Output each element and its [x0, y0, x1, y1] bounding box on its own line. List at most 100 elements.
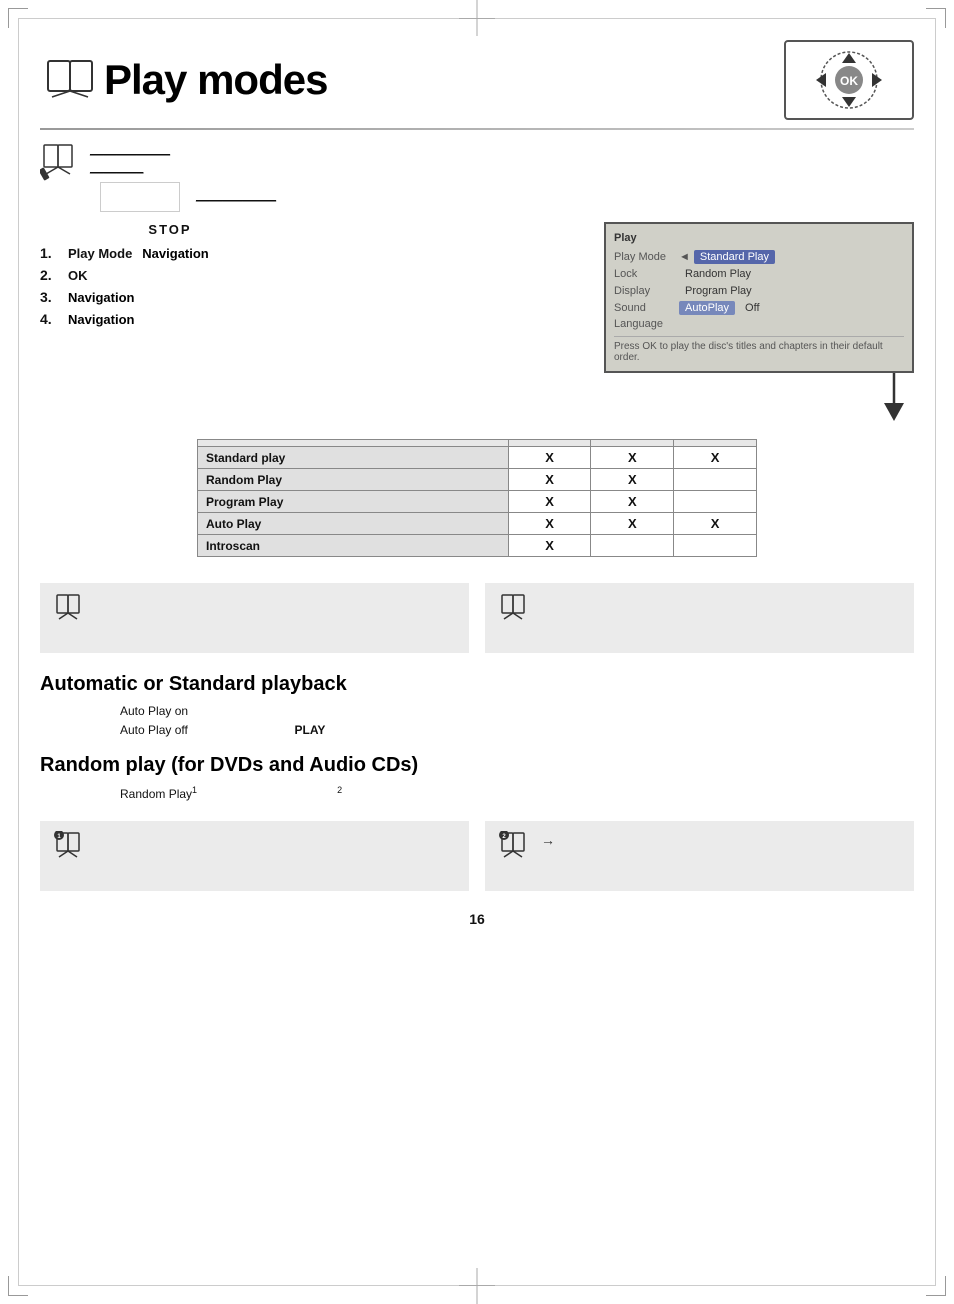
menu-options-playmode: ◄ Standard Play: [679, 250, 775, 264]
menu-row-lock: Lock Random Play: [614, 267, 904, 281]
row-standard-col1: X: [508, 447, 591, 469]
note-book-icon-1: [54, 593, 86, 625]
menu-row-display: Display Program Play: [614, 284, 904, 298]
menu-label-display: Display: [614, 285, 679, 297]
middle-section: STOP 1. Play Mode Navigation 2. OK 3. Na…: [40, 222, 914, 423]
capability-table-wrapper: Standard play X X X Random Play X X Prog…: [40, 439, 914, 569]
menu-option-random: Random Play: [679, 267, 757, 281]
step-row-1: 1. Play Mode Navigation: [40, 245, 300, 261]
ok-nav-icon: OK: [794, 45, 904, 115]
menu-screenshot: Play Play Mode ◄ Standard Play Lock Rand…: [604, 222, 914, 373]
section1-heading: Automatic or Standard playback: [40, 673, 914, 696]
section2-random-text: Random Play: [120, 787, 192, 801]
step-action-3: Navigation: [68, 290, 134, 305]
intro-line-2: ________: [90, 160, 914, 174]
menu-option-standard: Standard Play: [694, 250, 775, 264]
row-random-col2: X: [591, 469, 674, 491]
menu-label-playmode: Play Mode: [614, 251, 679, 263]
section1-sub: Auto Play on Auto Play off PLAY: [120, 702, 914, 740]
table-header-row: [198, 440, 757, 447]
intro-text-block: ____________ ________ ____________: [90, 142, 914, 212]
main-content: Play modes OK: [40, 40, 914, 1264]
intro-line-1: ____________: [90, 142, 914, 156]
page-number: 16: [40, 911, 914, 927]
capability-table: Standard play X X X Random Play X X Prog…: [197, 439, 757, 557]
table-row-autoplay: Auto Play X X X: [198, 513, 757, 535]
step-label-2: OK: [68, 268, 88, 283]
step-label-1: Play Mode: [68, 246, 132, 261]
row-autoplay-col1: X: [508, 513, 591, 535]
menu-label-sound: Sound: [614, 302, 679, 314]
row-label-program: Program Play: [198, 491, 509, 513]
row-random-col3: [674, 469, 757, 491]
note-book-icon-2: [499, 593, 531, 625]
menu-option-autoplay: AutoPlay: [679, 301, 735, 315]
section1-line2-text: Auto Play off: [120, 723, 188, 737]
table-row-introscan: Introscan X: [198, 535, 757, 557]
menu-row-playmode: Play Mode ◄ Standard Play: [614, 250, 904, 264]
note-box-bottom-1: 1: [40, 821, 469, 891]
step-action-4: Navigation: [68, 312, 134, 327]
step-row-2: 2. OK: [40, 267, 300, 283]
corner-mark-bl: [8, 1276, 28, 1296]
row-program-col3: [674, 491, 757, 513]
row-label-standard: Standard play: [198, 447, 509, 469]
step-row-4: 4. Navigation: [40, 311, 300, 327]
note-text-bottom-2: →: [541, 831, 555, 851]
arrow-right-icon: →: [541, 832, 555, 848]
table-row-standard: Standard play X X X: [198, 447, 757, 469]
step-num-2: 2.: [40, 267, 68, 283]
col-header-empty: [198, 440, 509, 447]
intro-link-2: ________: [90, 160, 143, 174]
menu-option-program: Program Play: [679, 284, 758, 298]
stop-label: STOP: [40, 222, 300, 237]
step-num-1: 1.: [40, 245, 68, 261]
intro-book-icon: [40, 142, 80, 182]
menu-options-display: Program Play: [679, 284, 758, 298]
row-introscan-col3: [674, 535, 757, 557]
row-standard-col2: X: [591, 447, 674, 469]
step-num-3: 3.: [40, 289, 68, 305]
menu-row-language: Language: [614, 318, 904, 330]
row-autoplay-col3: X: [674, 513, 757, 535]
notes-row-bottom: 1 2 →: [40, 821, 914, 891]
row-autoplay-col2: X: [591, 513, 674, 535]
down-arrow-icon: [874, 373, 914, 423]
row-program-col2: X: [591, 491, 674, 513]
menu-options-lock: Random Play: [679, 267, 757, 281]
row-random-col1: X: [508, 469, 591, 491]
intro-link-3: ____________: [196, 188, 276, 202]
col-header-1: [508, 440, 591, 447]
note-box-1: [40, 583, 469, 653]
row-label-random: Random Play: [198, 469, 509, 491]
menu-title-bar: Play: [614, 232, 904, 244]
title-divider: [40, 128, 914, 130]
col-header-3: [674, 440, 757, 447]
note-book-icon-bottom-1: 1: [54, 831, 86, 863]
row-introscan-col1: X: [508, 535, 591, 557]
menu-row-sound: Sound AutoPlay Off: [614, 301, 904, 315]
book-icon-large: [40, 55, 100, 105]
page-title: Play modes: [104, 56, 327, 104]
section1-line-2: Auto Play off PLAY: [120, 721, 914, 740]
crosshair-bottom-v: [477, 1268, 478, 1304]
note-box-bottom-2: 2 →: [485, 821, 914, 891]
corner-mark-tr: [926, 8, 946, 28]
crosshair-bottom-h: [459, 1285, 495, 1286]
step-row-3: 3. Navigation: [40, 289, 300, 305]
table-row-program: Program Play X X: [198, 491, 757, 513]
corner-mark-br: [926, 1276, 946, 1296]
menu-label-language: Language: [614, 318, 679, 330]
intro-box: [100, 182, 180, 212]
steps-block: 1. Play Mode Navigation 2. OK 3. Navigat…: [40, 245, 300, 327]
menu-option-off: Off: [739, 301, 765, 315]
ok-button-icon-box: OK: [784, 40, 914, 120]
intro-link-1: ____________: [90, 142, 170, 156]
row-label-introscan: Introscan: [198, 535, 509, 557]
title-with-icon: Play modes: [40, 55, 327, 105]
step-num-4: 4.: [40, 311, 68, 327]
table-row-random: Random Play X X: [198, 469, 757, 491]
step-action-1: Navigation: [142, 246, 208, 261]
middle-right: Play Play Mode ◄ Standard Play Lock Rand…: [320, 222, 914, 423]
section1-line-1: Auto Play on: [120, 702, 914, 721]
